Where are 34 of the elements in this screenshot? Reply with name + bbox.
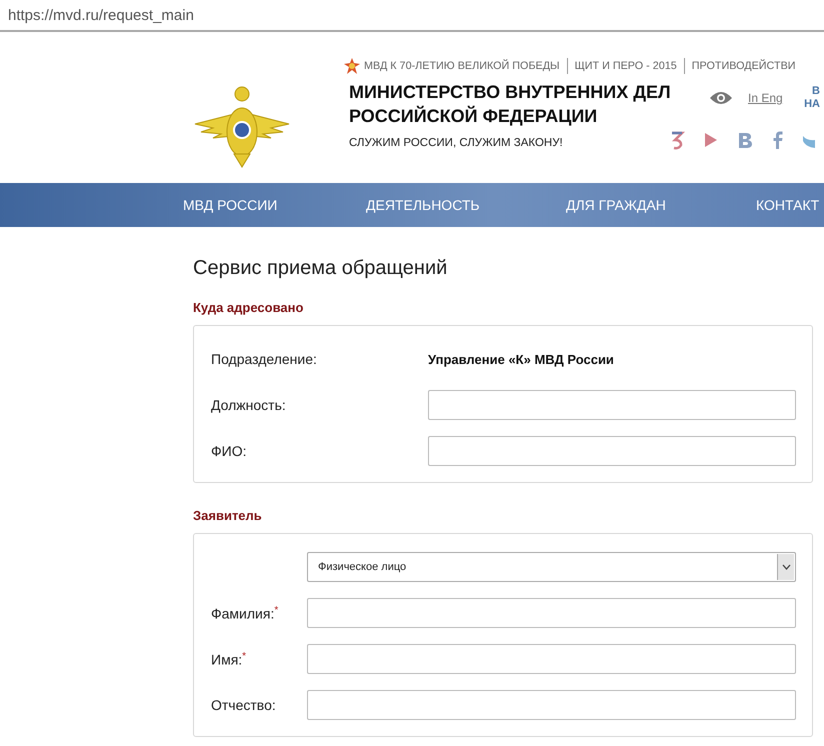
input-field[interactable]	[428, 390, 796, 420]
nav-link[interactable]: ДЛЯ ГРАЖДАН	[566, 197, 756, 213]
input-field[interactable]	[307, 598, 796, 628]
field-label: Должность:	[211, 397, 287, 413]
input-field[interactable]	[307, 690, 796, 720]
cut-link[interactable]: В НА	[804, 85, 820, 111]
nav-link[interactable]: МВД РОССИИ	[183, 197, 366, 213]
field-label: Фамилия:$^{*}$	[211, 604, 280, 622]
site-title: МИНИСТЕРСТВО ВНУТРЕННИХ ДЕЛ РОССИЙСКОЙ ФЕДЕРАЦИИ	[349, 81, 669, 128]
language-link[interactable]: In Eng	[748, 91, 783, 105]
top-link[interactable]: ЩИТ И ПЕРО - 2015	[574, 60, 677, 72]
section-title: Заявитель	[193, 508, 263, 523]
field-label: Отчество:	[211, 697, 277, 713]
play-icon[interactable]	[705, 133, 717, 147]
field-label: Подразделение:	[211, 351, 318, 367]
nav-link[interactable]: ДЕЯТЕЛЬНОСТЬ	[366, 197, 566, 213]
slogan: СЛУЖИМ РОССИИ, СЛУЖИМ ЗАКОНУ!	[349, 137, 564, 149]
input-field[interactable]	[428, 436, 796, 466]
star-icon	[344, 58, 360, 74]
input-field[interactable]	[307, 644, 796, 674]
page-heading: Сервис приема обращений	[193, 257, 448, 280]
vk-icon[interactable]	[737, 132, 753, 148]
top-link[interactable]: МВД К 70-ЛЕТИЮ ВЕЛИКОЙ ПОБЕДЫ	[344, 58, 560, 74]
chevron-down-icon	[782, 564, 790, 570]
top-link[interactable]: ПРОТИВОДЕЙСТВИ	[692, 60, 796, 72]
facebook-icon[interactable]	[773, 131, 783, 149]
eye-icon[interactable]	[709, 91, 733, 105]
field-value: Управление «К» МВД России	[428, 352, 614, 366]
field-label: Имя:$^{*}$	[211, 650, 248, 668]
dropdown-field[interactable]: Физическое лицо	[307, 552, 796, 582]
nav-link[interactable]: КОНТАКТ	[756, 197, 820, 213]
section-title: Куда адресовано	[193, 300, 304, 315]
field-label: ФИО:	[211, 443, 248, 459]
url-text: https://mvd.ru/request_main	[8, 6, 194, 24]
